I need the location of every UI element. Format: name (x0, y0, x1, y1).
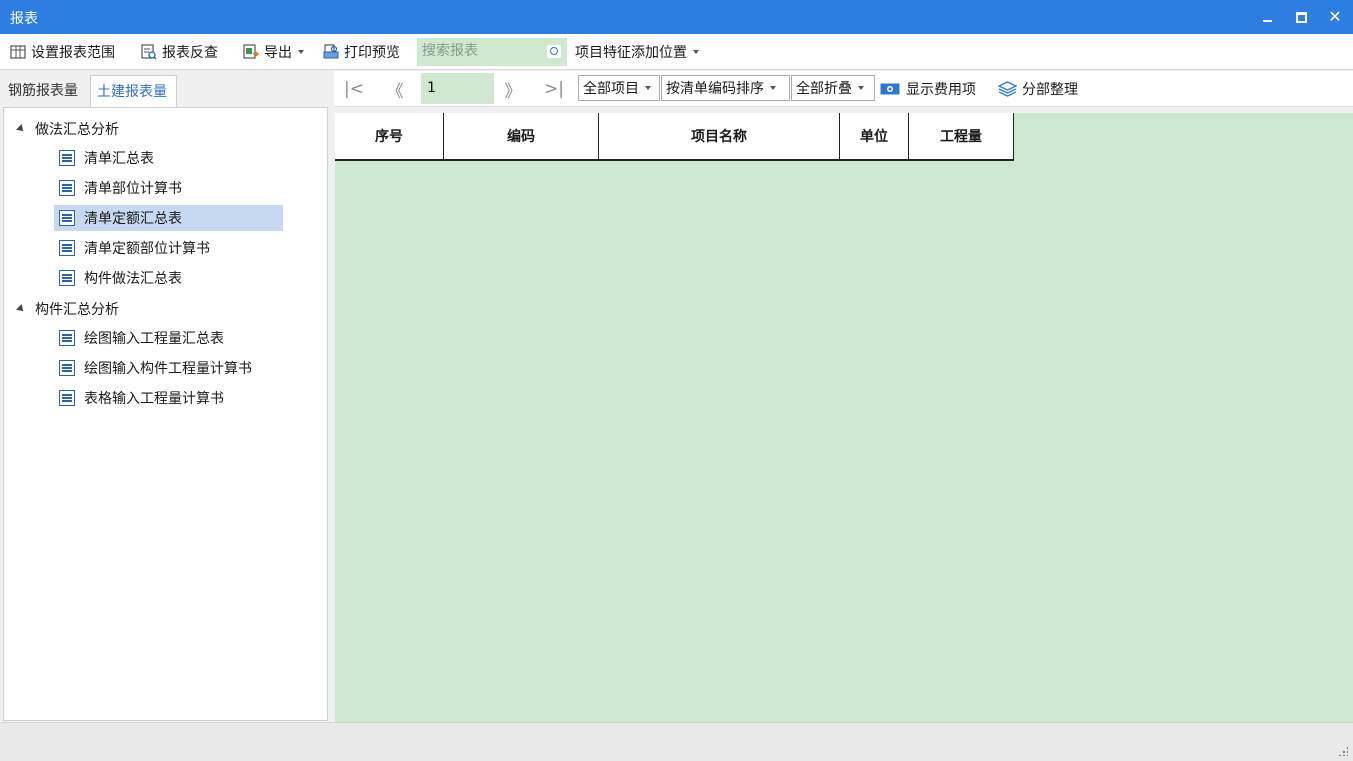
tree-group-component-summary[interactable]: 构件汇总分析 (16, 298, 119, 320)
sort-dropdown[interactable]: 按清单编码排序 (661, 75, 790, 101)
chevron-down-icon (693, 49, 699, 54)
last-page-icon: >| (544, 79, 564, 99)
collapse-triangle-icon[interactable] (16, 304, 26, 314)
report-type-tabs: 钢筋报表量 土建报表量 (0, 75, 330, 107)
close-button[interactable]: ✕ (1318, 0, 1352, 34)
set-report-range-button[interactable]: 设置报表范围 (10, 34, 115, 69)
tab-civil-report[interactable]: 土建报表量 (90, 75, 177, 107)
collapse-triangle-icon[interactable] (16, 124, 26, 134)
window-title: 报表 (10, 11, 38, 27)
all-items-dropdown[interactable]: 全部项目 (578, 75, 660, 101)
close-icon: ✕ (1328, 7, 1342, 26)
excel-export-icon (243, 43, 260, 60)
layers-icon (997, 81, 1018, 97)
prev-page-button[interactable]: 《 (380, 71, 410, 107)
first-page-button[interactable]: |< (340, 71, 368, 107)
double-chevron-right-icon: 》 (504, 81, 522, 102)
tree-item-label: 清单汇总表 (84, 151, 154, 167)
feature-position-label: 项目特征添加位置 (575, 44, 687, 61)
report-doc-icon (59, 180, 75, 196)
tree-item-label: 表格输入工程量计算书 (84, 391, 224, 407)
column-header-unit[interactable]: 单位 (840, 113, 909, 159)
report-reverse-check-label: 报表反查 (162, 44, 218, 61)
tree-item-bill-summary[interactable]: 清单汇总表 (54, 145, 283, 171)
report-search-input[interactable] (417, 38, 542, 64)
column-header-quantity[interactable]: 工程量 (909, 113, 1014, 159)
tree-group-method-summary[interactable]: 做法汇总分析 (16, 118, 119, 140)
tree-item-bill-quota-summary[interactable]: 清单定额汇总表 (54, 205, 283, 231)
report-reverse-check-button[interactable]: 报表反查 (141, 34, 218, 69)
report-doc-icon (59, 330, 75, 346)
print-preview-button[interactable]: 打印预览 (323, 34, 400, 69)
double-chevron-left-icon: 《 (386, 81, 404, 102)
main-toolbar: 设置报表范围 报表反查 导出 打印预览 项目特征添加位置 (0, 34, 1353, 70)
all-items-label: 全部项目 (583, 81, 639, 97)
section-sort-button[interactable]: 分部整理 (997, 71, 1078, 107)
tree-item-label: 绘图输入工程量汇总表 (84, 331, 224, 347)
chevron-down-icon (645, 86, 651, 90)
print-preview-label: 打印预览 (344, 44, 400, 61)
maximize-icon (1295, 11, 1307, 23)
section-sort-label: 分部整理 (1022, 82, 1078, 98)
report-search-box (417, 38, 567, 66)
report-doc-icon (59, 270, 75, 286)
tab-rebar-report[interactable]: 钢筋报表量 (2, 75, 88, 107)
show-cost-items-button[interactable]: 显示费用项 (880, 71, 976, 107)
print-preview-icon (323, 43, 339, 60)
maximize-button[interactable] (1284, 0, 1318, 34)
tree-item-bill-location-calc[interactable]: 清单部位计算书 (54, 175, 283, 201)
page-number-box (421, 73, 494, 104)
report-doc-icon (59, 240, 75, 256)
export-dropdown[interactable]: 导出 (243, 34, 304, 69)
first-page-icon: |< (344, 79, 364, 99)
report-doc-icon (59, 360, 75, 376)
minimize-icon (1262, 20, 1272, 22)
tree-item-drawing-quantity-summary[interactable]: 绘图输入工程量汇总表 (54, 325, 283, 351)
reverse-check-icon (141, 43, 157, 60)
tree-item-label: 清单定额部位计算书 (84, 241, 210, 257)
sort-label: 按清单编码排序 (666, 81, 764, 97)
report-doc-icon (59, 150, 75, 166)
tree-item-drawing-component-calc[interactable]: 绘图输入构件工程量计算书 (54, 355, 283, 381)
title-bar: 报表 ✕ (0, 0, 1353, 34)
resize-grip-icon[interactable] (1338, 746, 1348, 756)
column-header-item-name[interactable]: 项目名称 (599, 113, 840, 159)
tree-group-label: 做法汇总分析 (35, 122, 119, 138)
chevron-down-icon (770, 86, 776, 90)
tree-item-label: 清单定额汇总表 (84, 211, 182, 227)
page-number-input[interactable] (421, 73, 487, 102)
grid-header: 序号 编码 项目名称 单位 工程量 (335, 113, 1014, 161)
feature-position-dropdown[interactable]: 项目特征添加位置 (575, 34, 699, 69)
status-bar (0, 722, 1353, 761)
show-cost-items-label: 显示费用项 (906, 82, 976, 98)
search-icon[interactable] (547, 45, 561, 58)
next-page-button[interactable]: 》 (498, 71, 528, 107)
tree-item-component-method-summary[interactable]: 构件做法汇总表 (54, 265, 283, 291)
tree-item-label: 清单部位计算书 (84, 181, 182, 197)
column-header-index[interactable]: 序号 (335, 113, 444, 159)
report-doc-icon (59, 210, 75, 226)
collapse-dropdown[interactable]: 全部折叠 (791, 75, 875, 101)
minimize-button[interactable] (1250, 0, 1284, 34)
column-header-code[interactable]: 编码 (444, 113, 599, 159)
collapse-label: 全部折叠 (796, 81, 852, 97)
tree-group-label: 构件汇总分析 (35, 302, 119, 318)
tree-item-label: 绘图输入构件工程量计算书 (84, 361, 252, 377)
chevron-down-icon (858, 86, 864, 90)
tree-item-bill-quota-location-calc[interactable]: 清单定额部位计算书 (54, 235, 283, 261)
report-doc-icon (59, 390, 75, 406)
tree-item-table-quantity-calc[interactable]: 表格输入工程量计算书 (54, 385, 283, 411)
tree-item-label: 构件做法汇总表 (84, 271, 182, 287)
money-icon (880, 83, 900, 95)
report-tree: 做法汇总分析 清单汇总表 清单部位计算书 清单定额汇总表 清单定额部位计算书 构… (3, 107, 328, 721)
set-report-range-label: 设置报表范围 (31, 44, 115, 61)
report-content-area: 序号 编码 项目名称 单位 工程量 (335, 113, 1353, 722)
last-page-button[interactable]: >| (540, 71, 568, 107)
chevron-down-icon (298, 49, 304, 54)
table-range-icon (10, 44, 26, 60)
export-label: 导出 (264, 44, 292, 61)
